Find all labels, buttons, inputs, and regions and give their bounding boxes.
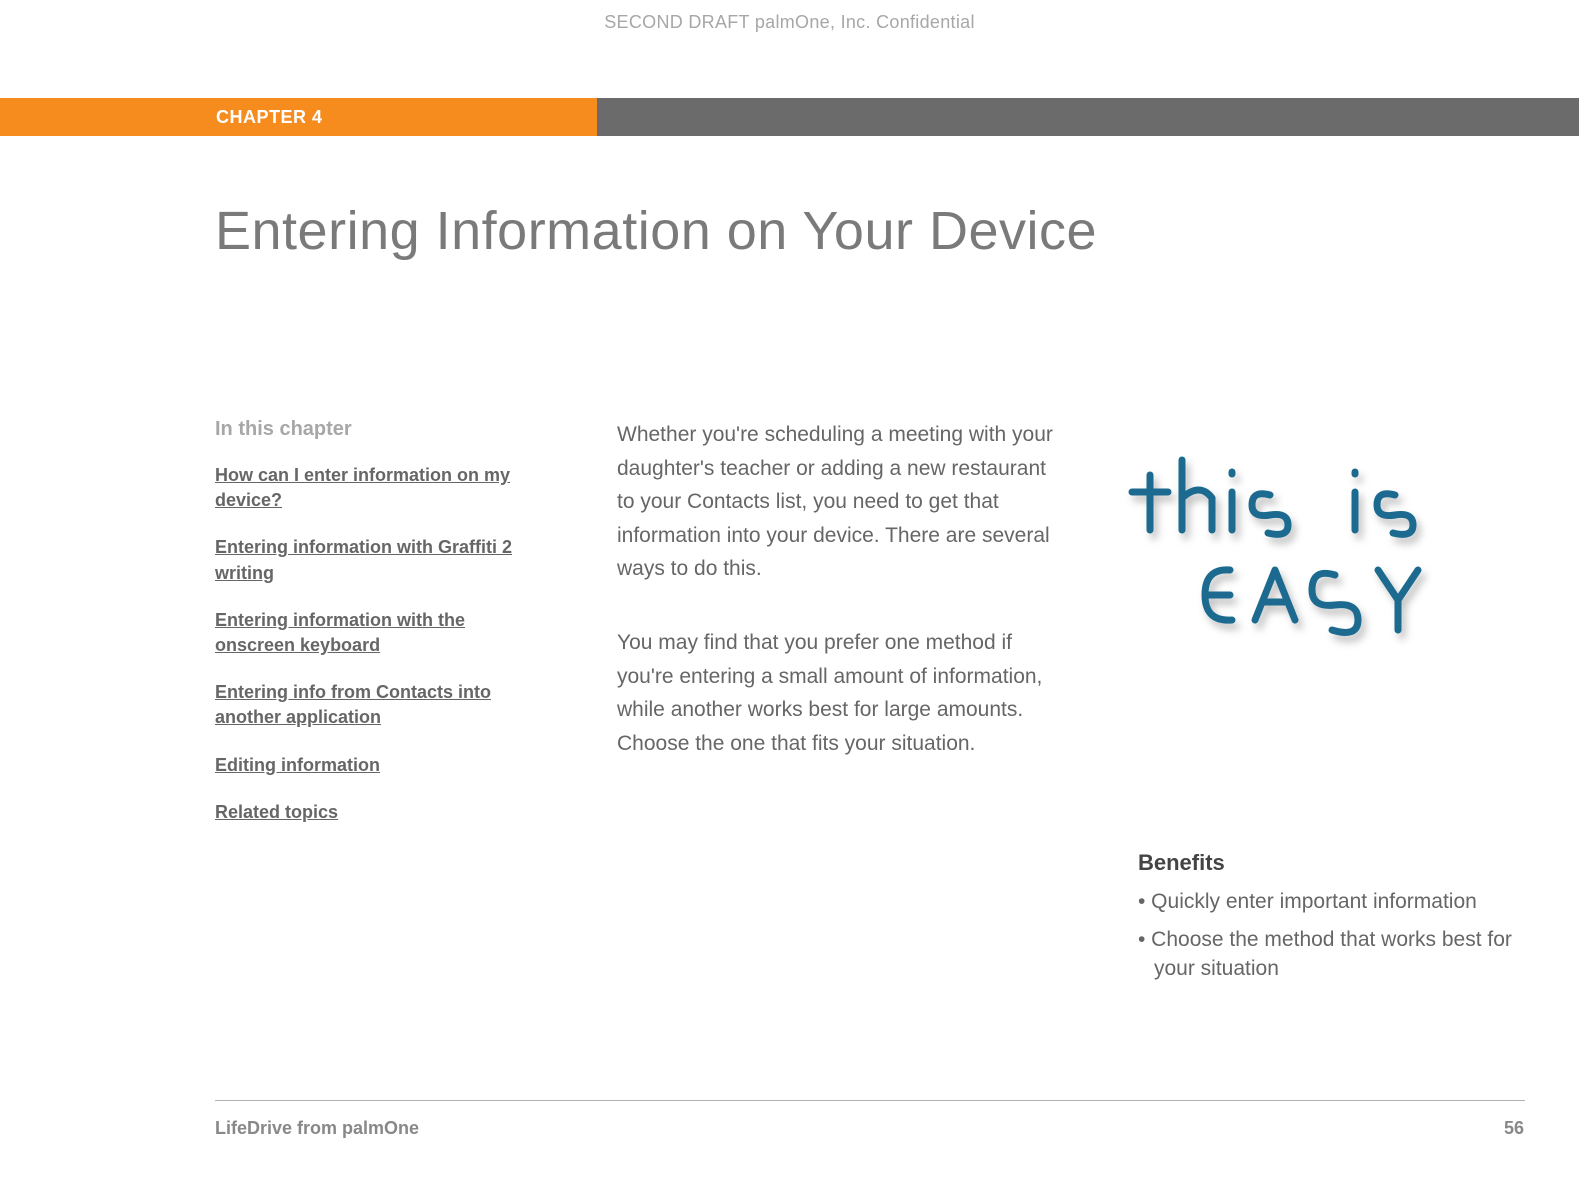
chapter-label-block: CHAPTER 4 (0, 98, 597, 136)
footer-product-name: LifeDrive from palmOne (215, 1118, 419, 1139)
benefits-item: • Choose the method that works best for … (1138, 926, 1548, 983)
footer-page-number: 56 (1504, 1118, 1524, 1139)
intro-paragraph-1: Whether you're scheduling a meeting with… (617, 418, 1067, 586)
this-is-easy-graphic (1120, 420, 1510, 660)
intro-paragraph-2: You may find that you prefer one method … (617, 626, 1067, 760)
sidebar-link-related[interactable]: Related topics (215, 800, 525, 825)
confidential-header: SECOND DRAFT palmOne, Inc. Confidential (0, 12, 1579, 33)
main-text-column: Whether you're scheduling a meeting with… (617, 418, 1067, 800)
sidebar-link-editing[interactable]: Editing information (215, 753, 525, 778)
chapter-bar: CHAPTER 4 (0, 98, 1579, 136)
page-title: Entering Information on Your Device (215, 200, 1097, 262)
chapter-label: CHAPTER 4 (216, 107, 323, 128)
sidebar-heading: In this chapter (215, 418, 525, 441)
sidebar-link-graffiti[interactable]: Entering information with Graffiti 2 wri… (215, 535, 525, 585)
sidebar-link-how-enter[interactable]: How can I enter information on my device… (215, 463, 525, 513)
benefits-item: • Quickly enter important information (1138, 888, 1548, 916)
benefits-heading: Benefits (1138, 850, 1548, 876)
chapter-bar-gray (597, 98, 1579, 136)
footer-divider (215, 1100, 1525, 1101)
sidebar-link-onscreen-keyboard[interactable]: Entering information with the onscreen k… (215, 608, 525, 658)
benefits-section: Benefits • Quickly enter important infor… (1138, 850, 1548, 993)
sidebar-link-contacts[interactable]: Entering info from Contacts into another… (215, 680, 525, 730)
in-this-chapter-sidebar: In this chapter How can I enter informat… (215, 418, 525, 847)
